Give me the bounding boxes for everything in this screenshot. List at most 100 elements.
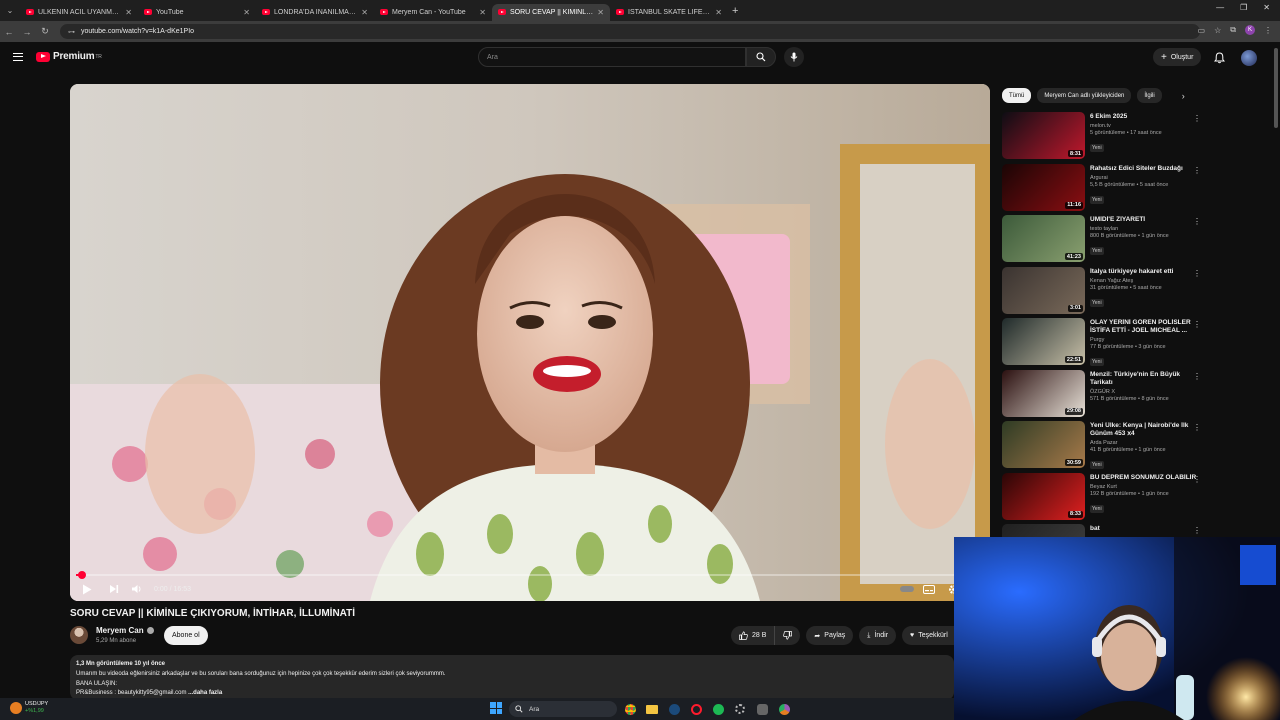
close-tab-icon[interactable]: ✕ — [243, 8, 250, 17]
url-field[interactable]: ⊶ youtube.com/watch?v=k1A-dKe1PIo — [60, 24, 1200, 39]
recommendation-channel[interactable]: Argurai — [1090, 175, 1200, 181]
recommendation-channel[interactable]: ÖZGÜR X — [1090, 389, 1200, 395]
recommendation-title[interactable]: 6 Ekim 2025 — [1090, 113, 1200, 121]
close-tab-icon[interactable]: ✕ — [715, 8, 722, 17]
recommendation-title[interactable]: Menzil: Türkiye'nin En Büyük Tarikatı — [1090, 371, 1200, 387]
recommendation-item[interactable]: 29:08 Menzil: Türkiye'nin En Büyük Tarika… — [1002, 369, 1207, 422]
voice-search-button[interactable] — [784, 47, 804, 67]
mute-button[interactable] — [124, 577, 150, 601]
taskbar-search[interactable]: Ara — [509, 701, 617, 717]
page-scrollbar[interactable] — [1274, 48, 1278, 128]
channel-name[interactable]: Meryem Can — [96, 626, 144, 635]
like-button[interactable]: 28 B — [731, 626, 776, 645]
autoplay-toggle[interactable] — [898, 577, 916, 601]
recommendation-item[interactable]: 41:23 ÜMİDİ'E ZİYARETİ testo taylan 800 B g… — [1002, 215, 1207, 267]
more-vert-icon[interactable]: ⋮ — [1193, 320, 1201, 329]
browser-menu-icon[interactable]: ⋮ — [1264, 26, 1272, 35]
recommendation-channel[interactable]: Arda Pazar — [1090, 440, 1200, 446]
spotify-icon[interactable] — [710, 701, 726, 717]
video-progress-bar[interactable] — [76, 571, 984, 579]
opera-icon[interactable] — [688, 701, 704, 717]
forward-button[interactable]: → — [18, 27, 36, 37]
chip-related[interactable]: İlgili — [1137, 88, 1162, 103]
recommendation-title[interactable]: İtalya türkiyeye hakaret etti — [1090, 268, 1200, 276]
new-tab-button[interactable]: + — [732, 5, 738, 17]
site-info-icon[interactable]: ⊶ — [68, 28, 75, 36]
menu-icon[interactable] — [13, 53, 23, 61]
video-thumbnail[interactable]: 41:23 — [1002, 215, 1085, 262]
recommendation-channel[interactable]: melon.tv — [1090, 123, 1200, 129]
reload-button[interactable]: ↻ — [36, 26, 54, 37]
video-thumbnail[interactable]: 30:59 — [1002, 421, 1085, 468]
video-thumbnail[interactable]: 8:31 — [1002, 112, 1085, 159]
close-window-button[interactable]: ✕ — [1263, 3, 1270, 12]
create-button[interactable]: + Oluştur — [1153, 48, 1202, 66]
more-vert-icon[interactable]: ⋮ — [1193, 526, 1201, 535]
show-more-link[interactable]: ...daha fazla — [188, 690, 222, 696]
recommendation-item[interactable]: 8:31 6 Ekim 2025 melon.tv 5 görüntüleme • 1… — [1002, 112, 1207, 164]
search-input[interactable]: Ara — [478, 47, 746, 67]
more-vert-icon[interactable]: ⋮ — [1193, 166, 1201, 175]
steam-icon[interactable] — [666, 701, 682, 717]
ticker-widget[interactable]: USD/JPY +%1,99 — [10, 701, 48, 715]
close-tab-icon[interactable]: ✕ — [479, 8, 486, 17]
recommendation-item[interactable]: 22:51 OLAY YERİNİ GÖREN POLİSLER İSTİFA E… — [1002, 318, 1207, 370]
recommendation-item[interactable]: 11:16 Rahatsız Edici Siteler Buzdağı Argur… — [1002, 163, 1207, 216]
recommendation-channel[interactable]: testo taylan — [1090, 226, 1200, 232]
youtube-premium-logo[interactable]: Premium TR — [36, 51, 102, 62]
extensions-icon[interactable]: ⧉ — [1230, 25, 1236, 35]
browser-tab[interactable]: İSTANBUL SKATE LIFE - YouTube ✕ — [610, 4, 728, 21]
video-thumbnail[interactable]: 29:08 — [1002, 369, 1085, 417]
subscribe-button[interactable]: Abone ol — [164, 626, 208, 645]
download-button[interactable]: ⤓ İndir — [859, 626, 897, 645]
video-player[interactable]: 0:00 / 16:53 — [70, 84, 990, 601]
tab-search-button[interactable]: ⌄ — [0, 6, 20, 15]
video-thumbnail[interactable]: 3:01 — [1002, 266, 1085, 314]
back-button[interactable]: ← — [0, 27, 18, 37]
description-box[interactable]: 1,3 Mn görüntüleme 10 yıl önce Umarım bu… — [70, 655, 954, 700]
close-tab-icon[interactable]: ✕ — [597, 8, 604, 17]
search-button[interactable] — [746, 47, 776, 67]
folder-icon[interactable] — [644, 701, 660, 717]
recommendation-item[interactable]: 3:01 İtalya türkiyeye hakaret etti Kenan Y… — [1002, 266, 1207, 319]
recommendation-item[interactable]: 8:33 BU DEPREM SONUMUZ OLABİLİR Beyaz Kurt… — [1002, 472, 1207, 525]
chip-uploader[interactable]: Meryem Can adlı yükleyiciden — [1037, 88, 1132, 103]
share-button[interactable]: ➦ Paylaş — [806, 626, 854, 645]
browser-tab[interactable]: Meryem Can - YouTube ✕ — [374, 4, 492, 21]
more-vert-icon[interactable]: ⋮ — [1193, 475, 1201, 484]
profile-avatar[interactable]: K — [1245, 25, 1255, 35]
recommendation-channel[interactable]: Kenan Yağız Ateş — [1090, 278, 1200, 284]
settings-app-icon[interactable] — [732, 701, 748, 717]
close-tab-icon[interactable]: ✕ — [361, 8, 368, 17]
more-vert-icon[interactable]: ⋮ — [1193, 423, 1201, 432]
account-avatar[interactable] — [1241, 50, 1257, 66]
recommendation-title[interactable]: bat — [1090, 525, 1200, 533]
recommendation-item[interactable]: 30:59 Yeni Ülke: Kenya | Nairobi'de İlk G… — [1002, 421, 1207, 473]
thanks-button[interactable]: ♥ Teşekkürl — [902, 626, 956, 645]
recommendation-title[interactable]: OLAY YERİNİ GÖREN POLİSLER İSTİFA ETTİ -… — [1090, 319, 1200, 335]
chrome-icon[interactable] — [622, 701, 638, 717]
video-thumbnail[interactable]: 11:16 — [1002, 163, 1085, 211]
app-icon[interactable] — [754, 701, 770, 717]
more-vert-icon[interactable]: ⋮ — [1193, 372, 1201, 381]
bookmark-star-icon[interactable]: ☆ — [1214, 26, 1221, 35]
more-vert-icon[interactable]: ⋮ — [1193, 217, 1201, 226]
recommendation-title[interactable]: Rahatsız Edici Siteler Buzdağı — [1090, 165, 1200, 173]
video-thumbnail[interactable]: 22:51 — [1002, 318, 1085, 365]
dislike-button[interactable] — [775, 626, 801, 645]
recommendation-channel[interactable]: Beyaz Kurt — [1090, 484, 1200, 490]
chevron-right-icon[interactable]: › — [1182, 91, 1185, 101]
recommendation-title[interactable]: BU DEPREM SONUMUZ OLABİLİR — [1090, 474, 1200, 482]
windows-start-icon[interactable] — [490, 702, 502, 714]
chrome-dev-icon[interactable] — [776, 701, 792, 717]
channel-avatar[interactable] — [70, 626, 88, 644]
video-thumbnail[interactable]: 8:33 — [1002, 472, 1085, 520]
subtitles-button[interactable] — [916, 577, 942, 601]
browser-tab[interactable]: LONDRA'DA İNANILMAZ SOKA ✕ — [256, 4, 374, 21]
minimize-button[interactable]: — — [1216, 3, 1224, 12]
recommendation-title[interactable]: Yeni Ülke: Kenya | Nairobi'de İlk Günüm … — [1090, 422, 1200, 438]
channel-name-row[interactable]: Meryem Can — [96, 626, 154, 635]
play-button[interactable] — [70, 577, 104, 601]
maximize-button[interactable]: ❐ — [1240, 3, 1247, 12]
cast-icon[interactable]: ▭ — [1198, 26, 1206, 35]
